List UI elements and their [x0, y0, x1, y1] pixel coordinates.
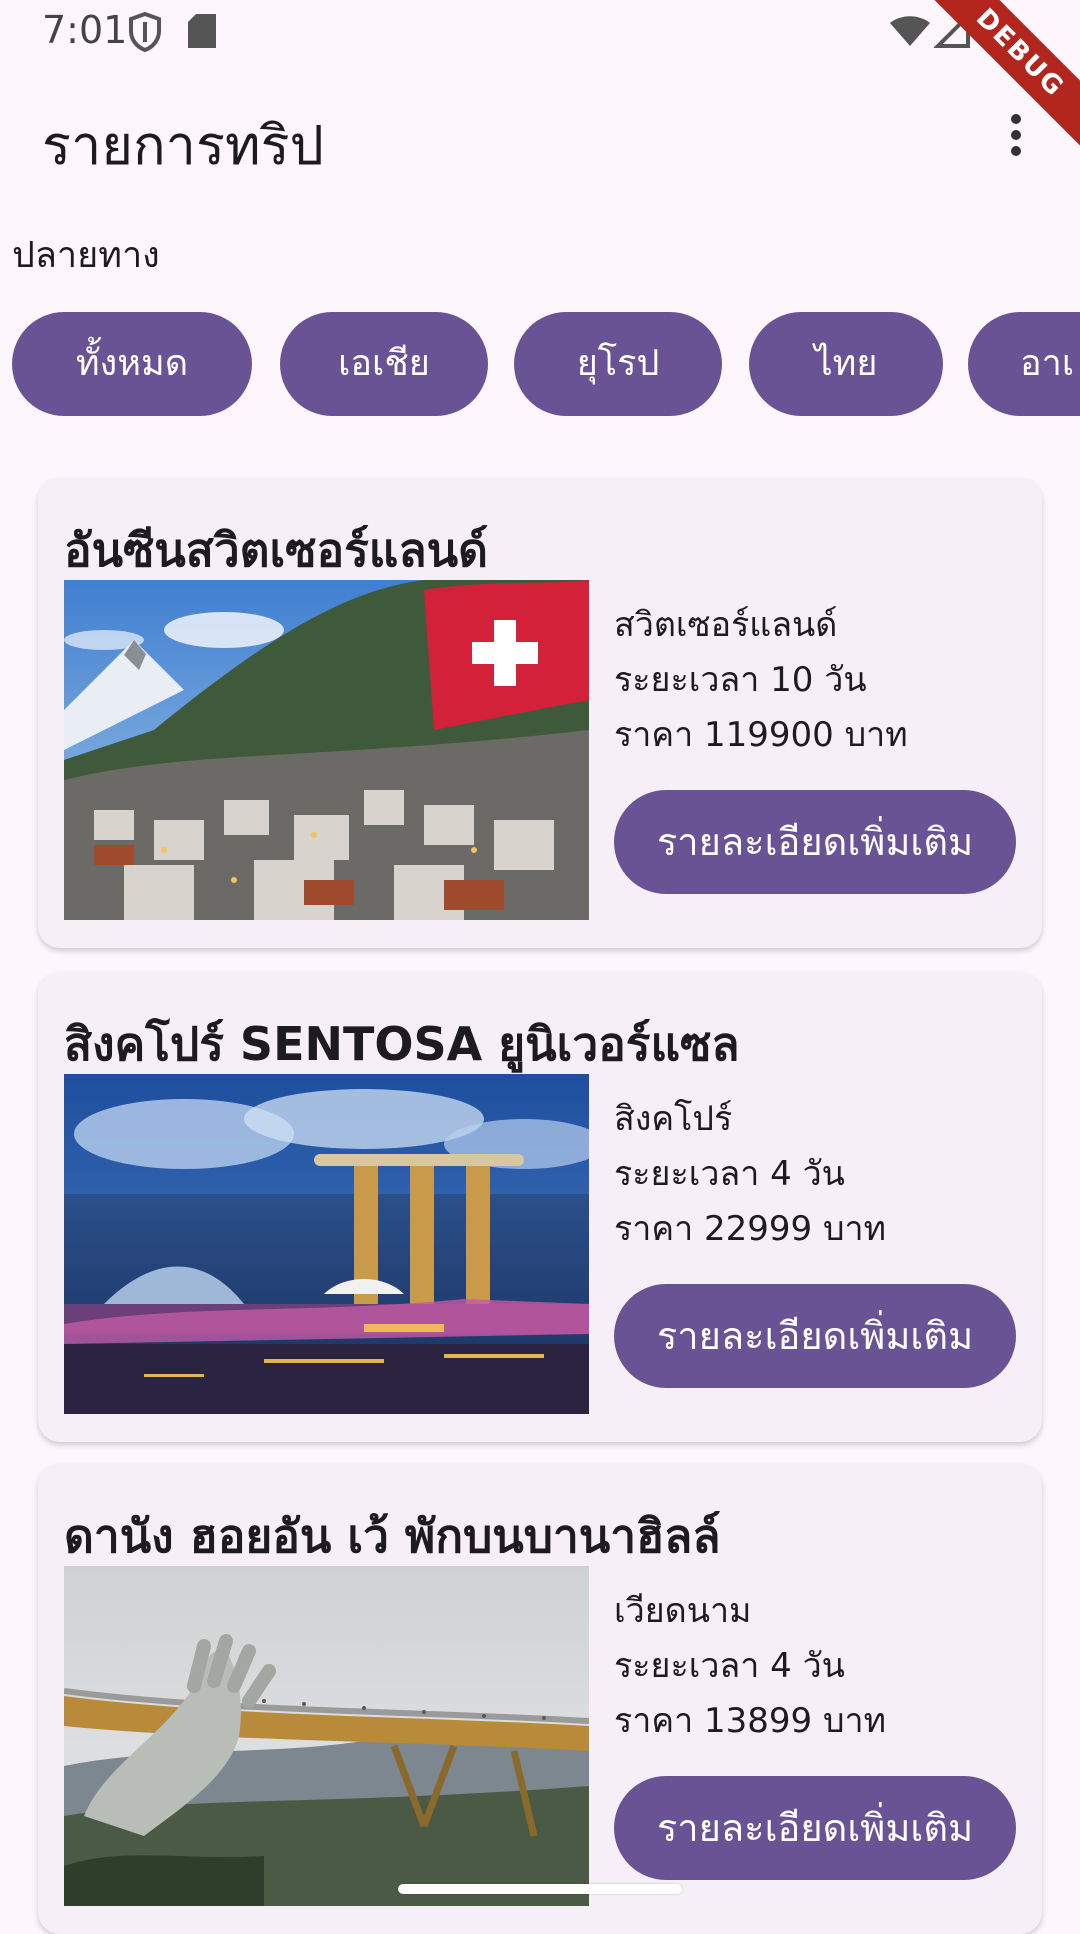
home-indicator[interactable]: [398, 1884, 682, 1894]
more-details-button[interactable]: รายละเอียดเพิ่มเติม: [614, 1776, 1016, 1880]
trip-price: ราคา 13899 บาท: [614, 1701, 887, 1741]
trip-country: เวียดนาม: [614, 1591, 752, 1631]
trip-duration: ระยะเวลา 4 วัน: [614, 1646, 845, 1686]
chip-thailand[interactable]: ไทย: [749, 312, 943, 416]
trip-duration: ระยะเวลา 10 วัน: [614, 660, 867, 700]
trip-photo-golden-bridge: [64, 1566, 589, 1906]
trip-info: สวิตเซอร์แลนด์ ระยะเวลา 10 วัน ราคา 1199…: [614, 598, 908, 763]
status-time: 7:01: [42, 8, 128, 52]
trip-photo-switzerland: [64, 580, 589, 920]
status-bar: 7:01 DEBUG: [0, 0, 1080, 162]
more-details-button[interactable]: รายละเอียดเพิ่มเติม: [614, 1284, 1016, 1388]
trip-duration: ระยะเวลา 4 วัน: [614, 1154, 845, 1194]
trip-title: สิงคโปร์ SENTOSA ยูนิเวอร์แซล: [64, 1017, 740, 1071]
chip-all[interactable]: ทั้งหมด: [12, 312, 252, 416]
chip-asia[interactable]: เอเชีย: [280, 312, 488, 416]
destination-chips: ทั้งหมด เอเชีย ยุโรป ไทย อาเ: [12, 312, 1080, 418]
trip-info: สิงคโปร์ ระยะเวลา 4 วัน ราคา 22999 บาท: [614, 1092, 886, 1257]
trip-country: สวิตเซอร์แลนด์: [614, 605, 838, 645]
trip-price: ราคา 22999 บาท: [614, 1209, 887, 1249]
trip-country: สิงคโปร์: [614, 1099, 733, 1139]
more-details-button[interactable]: รายละเอียดเพิ่มเติม: [614, 790, 1016, 894]
more-vert-icon[interactable]: [1002, 110, 1030, 170]
trip-photo-singapore: [64, 1074, 589, 1414]
chip-america[interactable]: อาเ: [968, 312, 1080, 416]
trip-title: อันซีนสวิตเซอร์แลนด์: [64, 523, 488, 577]
page-title: รายการทริป: [42, 114, 324, 177]
trip-card: อันซีนสวิตเซอร์แลนด์ สวิตเซอร์แลนด์ ระยะ…: [38, 478, 1042, 948]
trip-card: สิงคโปร์ SENTOSA ยูนิเวอร์แซล สิงคโปร์ ร…: [38, 972, 1042, 1442]
shield-icon: [128, 11, 162, 56]
destination-label: ปลายทาง: [12, 235, 160, 276]
trip-title: ดานัง ฮอยอัน เว้ พักบนบานาฮิลล์: [64, 1509, 721, 1563]
chip-europe[interactable]: ยุโรป: [514, 312, 722, 416]
trip-info: เวียดนาม ระยะเวลา 4 วัน ราคา 13899 บาท: [614, 1584, 886, 1749]
app-bar: รายการทริป: [0, 64, 1080, 214]
trip-card: ดานัง ฮอยอัน เว้ พักบนบานาฮิลล์ เวียดนาม…: [38, 1464, 1042, 1934]
sd-card-icon: [188, 14, 216, 52]
trip-price: ราคา 119900 บาท: [614, 715, 908, 755]
wifi-icon: [888, 14, 932, 52]
